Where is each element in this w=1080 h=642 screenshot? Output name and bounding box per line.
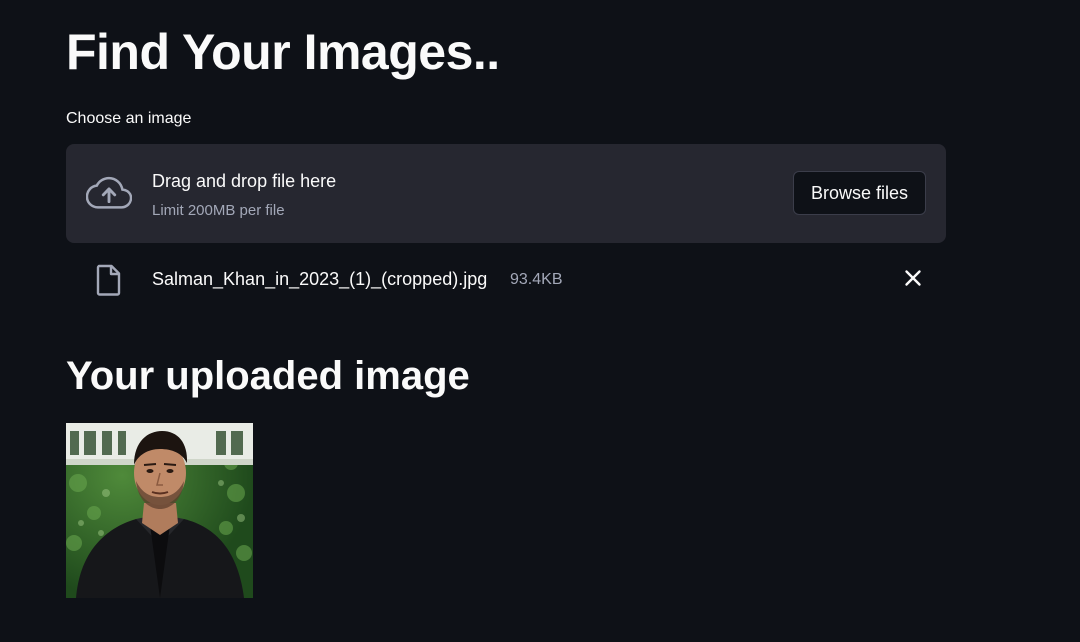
app-page: Find Your Images.. Choose an image Drag … [0, 0, 1080, 642]
uploaded-image-heading: Your uploaded image [66, 354, 470, 398]
remove-file-button[interactable] [900, 265, 926, 291]
dropzone-instructions: Drag and drop file here [152, 171, 337, 191]
file-dropzone[interactable]: Drag and drop file here Limit 200MB per … [66, 144, 946, 243]
uploaded-file-row: Salman_Khan_in_2023_(1)_(cropped).jpg 93… [66, 255, 946, 303]
cloud-upload-icon [86, 176, 132, 209]
page-title: Find Your Images.. [66, 24, 500, 80]
uploaded-image [66, 423, 253, 598]
dropzone-size-limit: Limit 200MB per file [152, 202, 285, 219]
file-icon [96, 264, 121, 296]
uploaded-file-size: 93.4KB [510, 271, 563, 288]
uploaded-file-name: Salman_Khan_in_2023_(1)_(cropped).jpg [152, 269, 488, 289]
browse-files-button[interactable]: Browse files [793, 171, 926, 215]
uploader-label: Choose an image [66, 110, 192, 127]
close-icon [905, 270, 921, 286]
